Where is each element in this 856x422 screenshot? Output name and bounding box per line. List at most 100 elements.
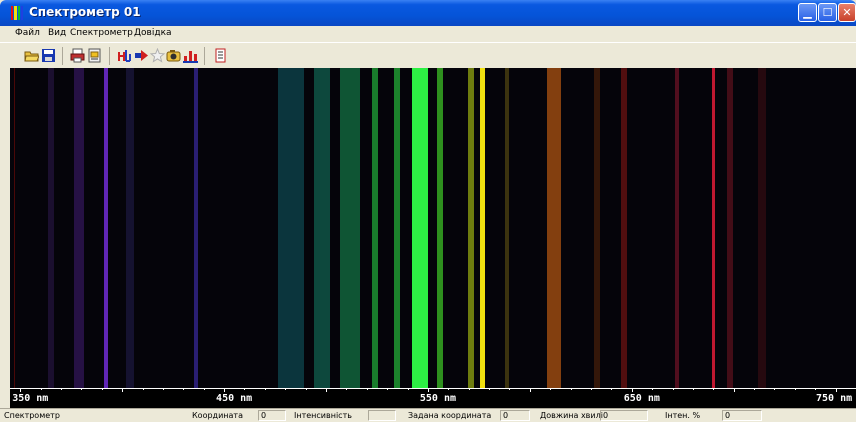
toolbar-separator: [109, 47, 110, 65]
spectral-line: [193, 68, 198, 388]
ruler-baseline: [10, 388, 856, 389]
ruler-label: 450 nm: [216, 393, 253, 404]
spectral-line: [758, 68, 767, 388]
ruler-tick: [183, 388, 185, 390]
ruler-tick: [427, 388, 429, 392]
ruler-tick: [305, 388, 307, 390]
ruler-tick: [550, 388, 552, 390]
intensity-percent-label: Інтен. %: [665, 411, 701, 420]
menu-bar: Файл Вид Спектрометр Довідка: [0, 26, 856, 42]
menu-file[interactable]: Файл: [15, 28, 40, 38]
arrow-right-icon[interactable]: [134, 48, 149, 63]
ruler-label: 350 nm: [12, 393, 49, 404]
ruler-tick: [652, 388, 654, 390]
spectral-line: [313, 68, 330, 388]
ruler-tick: [40, 388, 42, 390]
ruler-tick: [203, 388, 205, 390]
toolbar-separator: [204, 47, 205, 65]
status-mode: Спектрометр: [4, 411, 60, 420]
ruler-tick: [611, 388, 613, 390]
toolbar-separator: [62, 47, 63, 65]
intensity-percent-value: 0: [722, 410, 762, 421]
camera-icon[interactable]: [166, 48, 181, 63]
ruler-tick: [325, 388, 327, 392]
ruler-tick: [244, 388, 246, 390]
ruler-label: 550 nm: [419, 393, 457, 404]
star-icon[interactable]: [149, 47, 166, 63]
ruler-tick: [285, 388, 287, 390]
save-icon[interactable]: [41, 48, 56, 63]
spectral-line: [411, 68, 428, 388]
ruler-tick: [387, 388, 389, 390]
intensity-value: [368, 410, 396, 421]
spectrum-display[interactable]: [10, 68, 856, 388]
spectral-line: [394, 68, 401, 388]
spectral-line: [711, 68, 715, 388]
coordinate-value: 0: [258, 410, 286, 421]
minimize-button[interactable]: ▁: [798, 3, 817, 22]
ruler-tick: [835, 388, 837, 392]
ruler-label: 750 nm: [816, 393, 853, 404]
ruler-tick: [794, 388, 796, 390]
title-bar[interactable]: Спектрометр 01 ▁ ☐ ✕: [0, 0, 856, 26]
ruler-tick: [224, 388, 226, 392]
spectrum-icon[interactable]: [117, 48, 132, 63]
menu-view[interactable]: Вид: [48, 28, 66, 38]
print-icon[interactable]: [70, 48, 85, 63]
menu-spectrometer[interactable]: Спектрометр: [70, 28, 133, 38]
spectral-line: [505, 68, 510, 388]
spectral-line: [437, 68, 444, 388]
ruler-tick: [590, 388, 592, 390]
spectral-line: [340, 68, 361, 388]
ruler-tick: [60, 388, 62, 390]
spectral-line: [278, 68, 305, 388]
ruler-tick: [631, 388, 633, 392]
ruler-tick: [264, 388, 266, 390]
coordinate-label: Координата: [192, 411, 243, 420]
set-coordinate-value: 0: [500, 410, 530, 421]
toolbar: [0, 42, 856, 68]
set-coordinate-label: Задана координата: [408, 411, 492, 420]
chart-icon[interactable]: [183, 48, 198, 63]
ruler-tick: [754, 388, 756, 390]
maximize-button[interactable]: ☐: [818, 3, 837, 22]
ruler-tick: [162, 388, 164, 390]
intensity-label: Інтенсивність: [294, 411, 352, 420]
ruler-tick: [122, 388, 124, 392]
wavelength-value: 0: [600, 410, 648, 421]
ruler-tick: [733, 388, 735, 392]
spectral-line: [674, 68, 679, 388]
ruler-tick: [774, 388, 776, 390]
ruler-tick: [509, 388, 511, 390]
menu-help[interactable]: Довідка: [134, 28, 172, 38]
spectral-line: [47, 68, 54, 388]
spectral-line: [103, 68, 108, 388]
print-preview-icon[interactable]: [87, 48, 102, 63]
spectral-line: [620, 68, 627, 388]
ruler-tick: [101, 388, 103, 390]
close-button[interactable]: ✕: [838, 3, 856, 22]
spectral-line: [126, 68, 135, 388]
ruler-label: 650 nm: [623, 393, 660, 404]
status-bar: Спектрометр Координата 0 Інтенсивність З…: [0, 408, 856, 422]
spectral-line: [594, 68, 601, 388]
spectrum-left-edge: [14, 68, 15, 388]
ruler-tick: [815, 388, 817, 390]
window-title: Спектрометр 01: [29, 5, 141, 19]
ruler-tick: [672, 388, 674, 390]
ruler-tick: [529, 388, 531, 392]
open-folder-icon[interactable]: [24, 48, 40, 63]
ruler-tick: [366, 388, 368, 390]
spectral-line: [547, 68, 562, 388]
ruler-tick: [570, 388, 572, 390]
ruler-tick: [407, 388, 409, 390]
ruler-tick: [692, 388, 694, 390]
ruler-tick: [468, 388, 470, 390]
spectral-line: [371, 68, 378, 388]
info-icon[interactable]: [213, 48, 228, 63]
app-spectrum-icon: [11, 6, 23, 20]
spectral-line: [74, 68, 85, 388]
ruler-tick: [448, 388, 450, 390]
ruler-tick: [713, 388, 715, 390]
wavelength-label: Довжина хвилі: [540, 411, 603, 420]
